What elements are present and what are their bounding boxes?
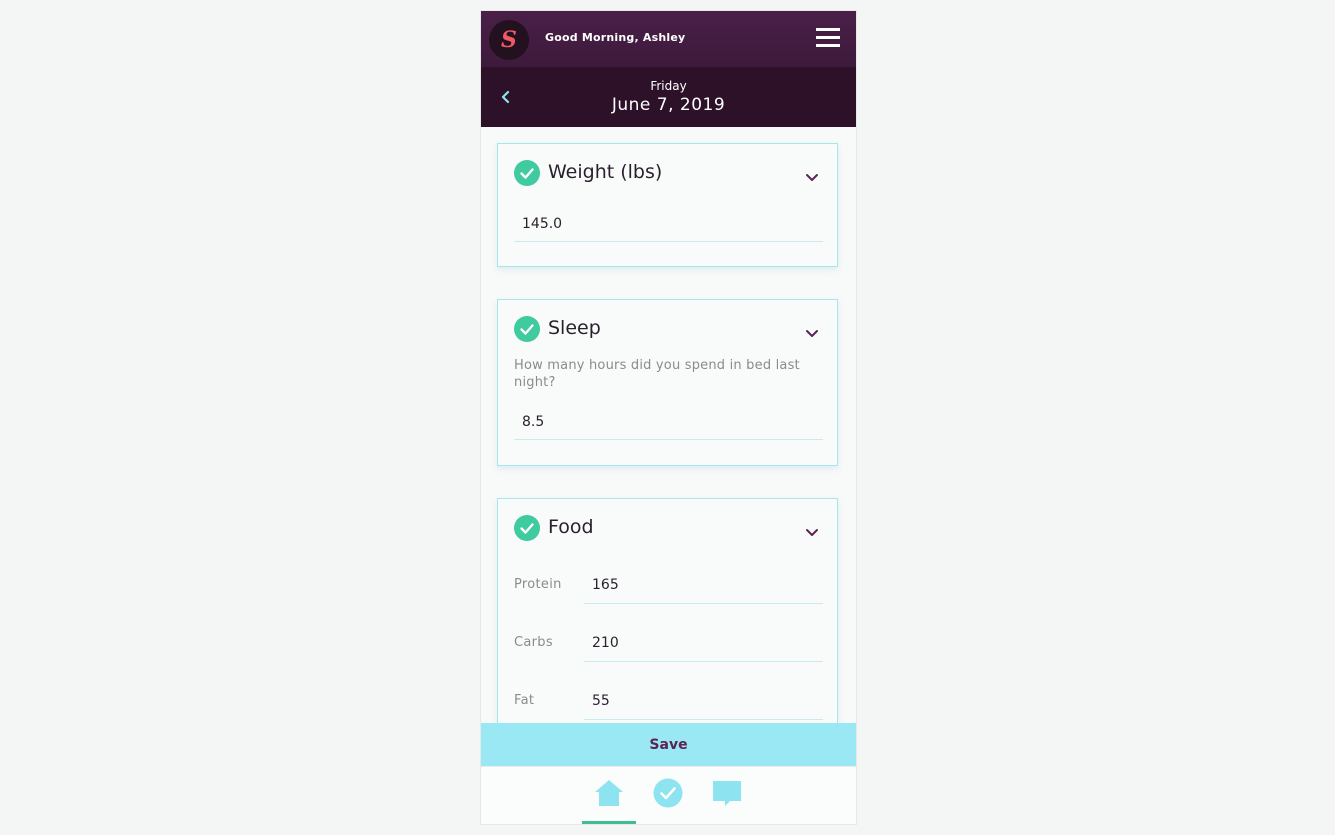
check-icon (514, 160, 540, 186)
app-screen: S Good Morning, Ashley Friday June 7, 20… (481, 11, 856, 824)
weight-input[interactable] (514, 206, 823, 241)
sleep-input[interactable] (514, 404, 823, 439)
top-bar: S Good Morning, Ashley (481, 11, 856, 67)
greeting-text: Good Morning, Ashley (545, 31, 686, 44)
carbs-input[interactable] (584, 625, 823, 661)
fat-label: Fat (514, 693, 535, 708)
check-icon (514, 515, 540, 541)
sleep-question: How many hours did you spend in bed last… (514, 358, 800, 390)
chat-icon[interactable] (710, 777, 744, 809)
weight-card-header[interactable]: Weight (lbs) (514, 160, 821, 186)
food-card-header[interactable]: Food (514, 515, 821, 541)
check-circle-icon[interactable] (651, 777, 685, 809)
weekday-label: Friday (650, 79, 687, 93)
logo-letter: S (501, 27, 517, 53)
sleep-card-header[interactable]: Sleep (514, 316, 821, 342)
protein-input[interactable] (584, 567, 823, 603)
sleep-card: Sleep How many hours did you spend in be… (497, 299, 838, 466)
hamburger-menu-icon[interactable] (816, 28, 840, 48)
app-logo[interactable]: S (489, 20, 529, 60)
save-button[interactable]: Save (481, 723, 856, 766)
food-card: Food Protein Carbs Fat (497, 498, 838, 723)
chevron-down-icon[interactable] (805, 523, 819, 536)
entry-list[interactable]: Weight (lbs) Sleep (481, 127, 856, 723)
food-title: Food (548, 516, 594, 538)
fat-input-field (584, 683, 823, 720)
chevron-down-icon[interactable] (805, 168, 819, 181)
sleep-title: Sleep (548, 317, 601, 339)
fat-input[interactable] (584, 683, 823, 719)
protein-label: Protein (514, 577, 562, 592)
weight-input-field (514, 206, 823, 242)
carbs-label: Carbs (514, 635, 553, 650)
weight-title: Weight (lbs) (548, 161, 663, 183)
carbs-input-field (584, 625, 823, 662)
home-icon[interactable] (592, 777, 626, 809)
check-icon (514, 316, 540, 342)
weight-card: Weight (lbs) (497, 143, 838, 267)
date-navigation: Friday June 7, 2019 (481, 67, 856, 127)
bottom-navigation (481, 766, 856, 824)
protein-input-field (584, 567, 823, 604)
sleep-input-field (514, 404, 823, 440)
date-label: June 7, 2019 (611, 95, 726, 115)
active-tab-indicator (582, 821, 636, 824)
chevron-down-icon[interactable] (805, 324, 819, 337)
